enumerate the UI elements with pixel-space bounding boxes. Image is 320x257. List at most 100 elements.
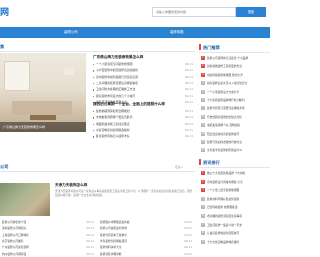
ranking-list-item[interactable]: 9 十大全屋定制品牌排名推荐 (201, 239, 270, 247)
search-input[interactable] (153, 8, 235, 16)
news-item-title[interactable]: 装修前期预算如何合理规划 (96, 109, 170, 113)
ranking-item-title[interactable]: 卫生间装修一般多少钱一平米 (207, 223, 270, 227)
featured-hero-image[interactable] (0, 53, 86, 132)
site-logo[interactable]: 网 (0, 5, 9, 18)
company-list-item[interactable]: 装修流程步骤详解 09-11 (100, 252, 192, 257)
news-item-title[interactable]: 一个小型家居空间装修效果图 (96, 62, 170, 66)
ranking-item-title[interactable]: 老房翻新装修流程及注意事项 (207, 214, 270, 218)
ranking-list-item[interactable]: 3 北欧风格装修效果图 简约大方 (201, 72, 270, 80)
ranking-item-title[interactable]: 一个小型装修设计方案分享 (207, 90, 270, 94)
ranking-list-item[interactable]: 4 新房装修后多久可以入住比较安全 (201, 80, 270, 88)
ranking-item-title[interactable]: 装修材料环保标准如何鉴别 (207, 197, 270, 201)
ranking-list-item[interactable]: 1 佛山十大家居装修品牌 十大排名 (201, 170, 270, 178)
ranking-item-title[interactable]: 装修公司选择的几点建议 十大品牌 (207, 56, 270, 60)
company-list-item[interactable]: 北京装修公司推荐 09-11 (2, 239, 94, 245)
company-item-title[interactable]: 半包装修包括哪些项目 (100, 239, 170, 243)
ranking-item-title[interactable]: 室内装修设计风格有哪些 大全 (207, 180, 270, 184)
company-card-image[interactable] (0, 183, 50, 216)
ranking-item-title[interactable]: 墙纸和墙漆哪个好 选购指南 (207, 123, 270, 127)
company-list-item[interactable]: 装修合同范本下载参考 09-11 (100, 233, 192, 239)
company-item-title[interactable]: 装修材料清单大全 (100, 245, 170, 249)
company-more-link[interactable]: 更多> (175, 165, 183, 169)
company-item-title[interactable]: 北京装修公司推荐 (2, 239, 72, 243)
ranking-item-title[interactable]: 日式风格装修 效果图集锦 (207, 205, 270, 209)
company-item-title[interactable]: 深圳装修公司哪家好 (2, 226, 72, 230)
news-list-item[interactable]: 一个小型家居空间装修效果图 09-11 (93, 62, 193, 68)
featured-headline-1[interactable]: 广东佛山碑力无装修效果怎么样 (93, 55, 143, 60)
ranking-item-title[interactable]: 十大家居装修品牌排行榜 [推荐] (207, 98, 270, 102)
ranking-item-title[interactable]: 十大全屋定制品牌排名推荐 (207, 240, 270, 244)
company-item-title[interactable]: 装修流程步骤详解 (100, 252, 170, 256)
ranking-list-item[interactable]: 8 开放式厨房装修的优缺点分析 (201, 114, 270, 122)
search-button[interactable]: 搜索 (236, 7, 266, 17)
news-item-title[interactable]: 小户型装修中如何选择合适的颜色 (96, 68, 170, 72)
company-list-item[interactable]: 深圳装修公司哪家好 09-11 (2, 226, 94, 232)
news-list-item[interactable]: 二手房翻新装修需要注意哪些事项 09-11 (93, 81, 193, 87)
news-item-title[interactable]: 卫生间防水处理的正确施工方法 (96, 87, 170, 91)
ranking-list-item[interactable]: 5 日式风格装修 效果图集锦 (201, 204, 270, 212)
news-item-title[interactable]: 卧室装修风格怎么选择才好 (96, 134, 170, 138)
news-list-item[interactable]: 全屋定制家具如何挑选板材 09-11 (93, 128, 193, 134)
ranking-list-item[interactable]: 2 如何验收装修工程质量的方法 (201, 63, 270, 71)
ranking-list-item[interactable]: 12 全包和半包装修的区别是什么 (201, 147, 270, 155)
company-list-item[interactable]: 装修公司资质如何查询 09-11 (100, 226, 192, 232)
company-item-title[interactable]: 广州装修公司如何选择 (2, 245, 72, 249)
ranking-list-item[interactable]: 3 一个小型二居室装修效果图 (201, 187, 270, 195)
nav-item-company[interactable]: 装修公司 (64, 27, 78, 38)
ranking-item-title[interactable]: 佛山十大家居装修品牌 十大排名 (207, 171, 270, 175)
search-field[interactable] (152, 7, 236, 17)
ranking-list-item[interactable]: 6 十大家居装修品牌排行榜 [推荐] (201, 97, 270, 105)
news-item-title[interactable]: 全屋定制家具如何挑选板材 (96, 128, 170, 132)
news-item-title[interactable]: 室内装修中如何运用灯光营造氛围 (96, 75, 170, 79)
company-list-item[interactable]: 上海装修公司口碑排名 09-11 (2, 233, 94, 239)
news-list-item[interactable]: 装修前期预算如何合理规划 09-11 (93, 109, 193, 115)
company-card-title[interactable]: 天津力天装饰怎么样 (55, 183, 87, 188)
news-list-item[interactable]: 卧室装修风格怎么选择才好 09-11 (93, 134, 193, 140)
ranking-item-title[interactable]: 如何验收装修工程质量的方法 (207, 64, 270, 68)
news-list-item[interactable]: 木地板和瓷砖哪个更适合卧室 09-11 (93, 115, 193, 121)
ranking-list-item[interactable]: 7 装修合同签订需要注意哪些条款 (201, 105, 270, 113)
ranking-list-item[interactable]: 11 装修污染如何去除的有效方法 (201, 139, 270, 147)
nav-item-style[interactable]: 装修风格 (170, 27, 184, 38)
news-item-title[interactable]: 厨房装修布局设计的几个小技巧 (96, 94, 170, 98)
ranking-item-title[interactable]: 装修合同签订需要注意哪些条款 (207, 106, 270, 110)
ranking-list-item[interactable]: 2 室内装修设计风格有哪些 大全 (201, 179, 270, 187)
hero-caption[interactable]: 广东佛山碑力无装修效果怎么样 (0, 122, 86, 132)
company-list-item[interactable]: 半包装修包括哪些项目 09-11 (100, 239, 192, 245)
ranking-list-item[interactable]: 10 阳台改造成书房的装修技巧 (201, 131, 270, 139)
ranking-item-title[interactable]: 北欧风格装修效果图 简约大方 (207, 73, 270, 77)
ranking-list-item[interactable]: 4 装修材料环保标准如何鉴别 (201, 196, 270, 204)
ranking-list-item[interactable]: 9 墙纸和墙漆哪个好 选购指南 (201, 122, 270, 130)
news-list-item[interactable]: 室内装修中如何运用灯光营造氛围 09-11 (93, 75, 193, 81)
company-list-item[interactable]: 杭州装修公司哪家强 09-11 (2, 252, 94, 257)
company-item-title[interactable]: 装修合同范本下载参考 (100, 233, 170, 237)
news-item-title[interactable]: 墙面乳胶漆施工的注意要点 (96, 122, 170, 126)
company-item-title[interactable]: 上海装修公司口碑排名 (2, 233, 72, 237)
company-item-title[interactable]: 装修公司资质如何查询 (100, 226, 170, 230)
company-item-title[interactable]: 装修公司排名前十强 (2, 220, 72, 224)
ranking-list-item[interactable]: 1 装修公司选择的几点建议 十大品牌 (201, 55, 270, 63)
company-item-title[interactable]: 杭州装修公司哪家强 (2, 252, 72, 256)
ranking-list-item[interactable]: 8 儿童房装修的颜色搭配技巧 (201, 230, 270, 238)
ranking-item-title[interactable]: 装修污染如何去除的有效方法 (207, 140, 270, 144)
ranking-item-title[interactable]: 新房装修后多久可以入住比较安全 (207, 81, 270, 85)
company-item-title[interactable]: 装修报价单明细表如何看 (100, 220, 170, 224)
news-item-title[interactable]: 二手房翻新装修需要注意哪些事项 (96, 81, 170, 85)
news-list-item[interactable]: 小户型装修中如何选择合适的颜色 09-11 (93, 68, 193, 74)
ranking-list-item[interactable]: 6 老房翻新装修流程及注意事项 (201, 213, 270, 221)
news-list-item[interactable]: 墙面乳胶漆施工的注意要点 09-11 (93, 122, 193, 128)
ranking-item-title[interactable]: 全包和半包装修的区别是什么 (207, 148, 270, 152)
ranking-list-item[interactable]: 7 卫生间装修一般多少钱一平米 (201, 222, 270, 230)
ranking-item-title[interactable]: 一个小型二居室装修效果图 (207, 188, 270, 192)
ranking-item-title[interactable]: 开放式厨房装修的优缺点分析 (207, 115, 270, 119)
ranking-item-title[interactable]: 儿童房装修的颜色搭配技巧 (207, 231, 270, 235)
news-list-item[interactable]: 卫生间防水处理的正确施工方法 09-11 (93, 87, 193, 93)
featured-headline-2[interactable]: 我的旧公寓刚一个全台，全面上的是照什么样 (93, 102, 165, 107)
news-list-item[interactable]: 厨房装修布局设计的几个小技巧 09-11 (93, 94, 193, 100)
news-item-title[interactable]: 木地板和瓷砖哪个更适合卧室 (96, 115, 170, 119)
ranking-item-title[interactable]: 阳台改造成书房的装修技巧 (207, 132, 270, 136)
company-list-item[interactable]: 广州装修公司如何选择 09-11 (2, 245, 94, 251)
company-list-item[interactable]: 装修公司排名前十强 09-11 (2, 220, 94, 226)
ranking-list-item[interactable]: 5 一个小型装修设计方案分享 (201, 89, 270, 97)
company-list-item[interactable]: 装修报价单明细表如何看 09-11 (100, 220, 192, 226)
